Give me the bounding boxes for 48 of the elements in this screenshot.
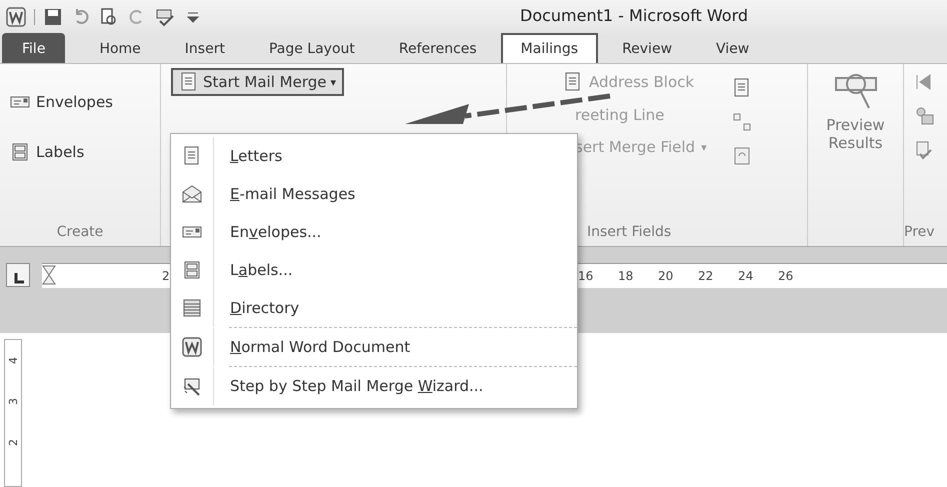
ribbon-tab[interactable]: Review: [602, 33, 692, 63]
ruler-number: 2: [162, 269, 170, 283]
ruler-number: 3: [6, 398, 20, 405]
recipients-icon: [914, 106, 934, 126]
wand-icon: [182, 376, 202, 396]
menu-item[interactable]: Directory: [171, 289, 577, 327]
menu-item[interactable]: Labels...: [171, 251, 577, 289]
menu-item[interactable]: Letters: [171, 137, 577, 175]
group-label: Insert Fields: [586, 224, 672, 242]
list-icon: [182, 298, 202, 318]
window-title: Document1 - Microsoft Word: [520, 6, 748, 25]
ruler-number: 2: [6, 439, 20, 446]
refresh-icon: [732, 146, 752, 166]
ruler-number: 20: [658, 269, 674, 283]
start-mail-merge-button[interactable]: Start Mail Merge ▾: [171, 68, 344, 96]
indent-marker-icon: [42, 265, 56, 287]
preview-results-button[interactable]: Preview Results: [826, 116, 885, 152]
check-document-icon: [914, 140, 934, 160]
ruler-number: 24: [738, 269, 754, 283]
ribbon-button[interactable]: Envelopes: [10, 92, 150, 112]
save-icon: [43, 6, 63, 26]
word-icon: [182, 337, 202, 357]
labels-icon: [10, 142, 30, 162]
group-label: Prev: [904, 224, 936, 242]
tab-selector[interactable]: [6, 263, 30, 287]
ribbon-tab[interactable]: Mailings: [500, 33, 598, 63]
ribbon-tab[interactable]: View: [696, 33, 770, 63]
word-icon: [6, 6, 26, 26]
labels-icon: [182, 260, 202, 280]
swap-icon: [732, 112, 752, 132]
envelope-icon: [182, 184, 202, 204]
ruler-number: 16: [578, 269, 594, 283]
menu-item[interactable]: Step by Step Mail Merge Wizard...: [171, 367, 577, 405]
group-label: Create: [56, 224, 104, 242]
ribbon-tab[interactable]: File: [2, 33, 66, 63]
ruler-number: 18: [618, 269, 634, 283]
ribbon-tab[interactable]: Page Layout: [248, 33, 375, 63]
toolbar-separator: [34, 8, 35, 24]
ribbon-tab[interactable]: References: [378, 33, 497, 63]
ruler-number: 4: [6, 357, 20, 364]
ribbon-tab[interactable]: Home: [79, 33, 161, 63]
menu-item[interactable]: Normal Word Document: [171, 328, 577, 366]
menu-item[interactable]: Envelopes...: [171, 213, 577, 251]
menu-item[interactable]: E-mail Messages: [171, 175, 577, 213]
ribbon-tab[interactable]: Insert: [164, 33, 245, 63]
ribbon-button[interactable]: Labels: [10, 142, 150, 162]
ruler-number: 22: [698, 269, 714, 283]
ruler-number: 26: [778, 269, 794, 283]
